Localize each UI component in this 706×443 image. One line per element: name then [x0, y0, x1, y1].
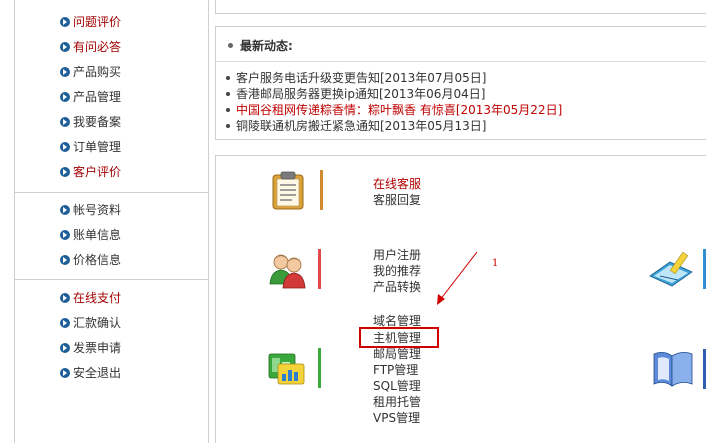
annotation-arrow-line [439, 251, 478, 301]
annotation-number: 1 [492, 258, 499, 269]
annotation-overlay [437, 251, 478, 305]
highlight-box [359, 327, 439, 348]
